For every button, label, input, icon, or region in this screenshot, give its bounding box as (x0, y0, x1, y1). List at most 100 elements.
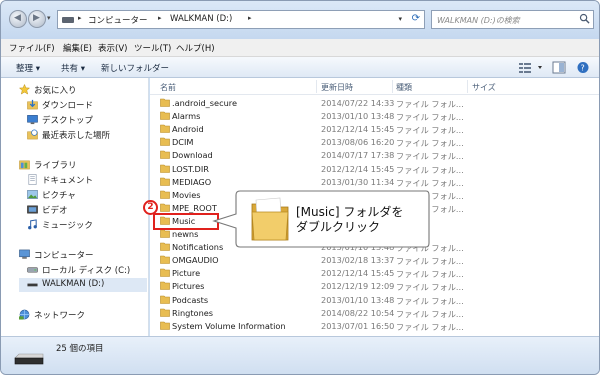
folder-icon (160, 190, 170, 199)
file-name: newns (172, 229, 199, 239)
column-name[interactable]: 名前 (160, 82, 176, 93)
folder-large-icon (251, 197, 289, 241)
menu-bar: ファイル(F) 編集(E) 表示(V) ツール(T) ヘルプ(H) (1, 39, 599, 57)
file-name: System Volume Information (172, 320, 286, 331)
address-dropdown-icon[interactable]: ▾ (398, 15, 402, 23)
libraries-icon (19, 160, 30, 170)
change-view-icon[interactable] (519, 63, 542, 73)
back-button[interactable]: ◀ (9, 10, 27, 28)
folder-icon (160, 282, 170, 291)
file-date: 2013/02/18 13:37 (321, 255, 395, 266)
new-folder-button[interactable]: 新しいフォルダー (101, 62, 169, 74)
file-name: LOST.DIR (172, 163, 209, 174)
drive-icon (62, 17, 74, 23)
organize-button[interactable]: 整理 ▾ (16, 62, 40, 74)
file-date: 2013/01/10 13:48 (321, 111, 395, 122)
file-date: 2013/01/10 13:48 (321, 294, 395, 305)
videos-icon (27, 205, 38, 214)
folder-icon (160, 151, 170, 160)
address-toolbar: ◀ ▶ ▾ ▸ コンピューター ▸ WALKMAN (D:) ▸ ▾ ⟳ WAL… (1, 1, 599, 39)
column-divider[interactable] (392, 80, 393, 93)
breadcrumb-separator-icon[interactable]: ▸ (248, 14, 252, 22)
recent-pages-dropdown[interactable]: ▾ (47, 14, 51, 22)
file-name: Picture (172, 268, 201, 279)
file-name: Android (172, 124, 204, 135)
column-size[interactable]: サイズ (472, 82, 496, 93)
search-icon[interactable] (579, 13, 590, 24)
menu-view[interactable]: 表示(V) (98, 42, 127, 54)
network-icon (19, 309, 30, 320)
file-row[interactable]: .android_secure 2014/07/22 14:33 ファイル フォル.… (150, 96, 599, 109)
file-date: 2012/12/14 15:45 (321, 268, 395, 279)
desktop-icon (27, 115, 38, 125)
forward-arrow-icon: ▶ (33, 13, 40, 23)
navigation-pane: お気に入り ダウンロード デスクトップ 最近表示した場所 ライブラリ ドキュメン… (1, 78, 149, 336)
file-date: 2014/07/22 14:33 (321, 98, 395, 108)
file-row[interactable]: Picture 2012/12/14 15:45 ファイル フォル... (150, 266, 599, 279)
breadcrumb-separator-icon[interactable]: ▸ (158, 14, 162, 22)
file-row[interactable]: DCIM 2013/08/06 16:20 ファイル フォル... (150, 135, 599, 148)
breadcrumb-computer[interactable]: コンピューター (88, 14, 148, 26)
folder-icon (160, 111, 170, 120)
address-bar[interactable]: ▸ コンピューター ▸ WALKMAN (D:) ▸ ▾ ⟳ (57, 10, 425, 29)
file-name: Movies (172, 189, 201, 200)
folder-icon (160, 308, 170, 317)
preview-pane-icon[interactable] (552, 61, 566, 74)
folder-icon (160, 137, 170, 147)
refresh-icon[interactable]: ⟳ (412, 13, 420, 24)
folder-icon (160, 164, 170, 173)
view-options-icons: ? (519, 61, 589, 74)
file-date: 2012/12/14 15:45 (321, 124, 395, 135)
hard-disk-icon (27, 267, 38, 273)
callout-line-1: [Music] フォルダを (296, 205, 404, 219)
file-name: Download (172, 150, 213, 161)
file-row[interactable]: LOST.DIR 2012/12/14 15:45 ファイル フォル... (150, 162, 599, 175)
file-name: Ringtones (172, 307, 214, 318)
file-row[interactable]: System Volume Information 2013/07/01 16:5… (150, 319, 599, 332)
documents-icon (28, 174, 37, 185)
command-toolbar: 整理 ▾ 共有 ▾ 新しいフォルダー ? (1, 57, 599, 78)
folder-icon (160, 229, 170, 238)
file-name: DCIM (172, 137, 194, 148)
share-button[interactable]: 共有 ▾ (61, 62, 85, 74)
file-row[interactable]: Alarms 2013/01/10 13:48 ファイル フォル... (150, 109, 599, 122)
breadcrumb-separator-icon[interactable]: ▸ (78, 14, 82, 22)
file-row[interactable]: Download 2014/07/17 17:38 ファイル フォル... (150, 148, 599, 161)
file-name: Pictures (172, 281, 205, 292)
breadcrumb-walkman[interactable]: WALKMAN (D:) (170, 14, 232, 24)
file-date: 2012/12/19 12:09 (321, 281, 395, 292)
column-date[interactable]: 更新日時 (321, 82, 353, 93)
file-name: OMGAUDIO (172, 255, 219, 266)
menu-edit[interactable]: 編集(E) (63, 42, 92, 54)
status-bar: 25 個の項目 (1, 336, 599, 374)
file-date: 2013/08/06 16:20 (321, 137, 395, 148)
music-note-icon (28, 219, 37, 230)
removable-drive-icon (27, 283, 38, 287)
nav-walkman-drive[interactable]: WALKMAN (D:) (19, 278, 147, 292)
file-date: 2014/07/17 17:38 (321, 150, 395, 161)
folder-icon (160, 255, 170, 264)
file-row[interactable]: OMGAUDIO 2013/02/18 13:37 ファイル フォル... (150, 253, 599, 266)
file-name: Podcasts (172, 294, 209, 305)
file-row[interactable]: Ringtones 2014/08/22 10:54 ファイル フォル... (150, 306, 599, 319)
file-row[interactable]: Podcasts 2013/01/10 13:48 ファイル フォル... (150, 293, 599, 306)
menu-file[interactable]: ファイル(F) (9, 42, 55, 54)
column-divider[interactable] (467, 80, 468, 93)
menu-help[interactable]: ヘルプ(H) (176, 42, 215, 54)
folder-icon (160, 321, 170, 330)
step-badge: 2 (143, 200, 158, 215)
folder-icon (160, 203, 170, 212)
forward-button[interactable]: ▶ (28, 10, 46, 28)
folder-icon (160, 295, 170, 304)
file-row[interactable]: Android 2012/12/14 15:45 ファイル フォル... (150, 122, 599, 135)
folder-icon (160, 98, 170, 107)
file-row[interactable]: Pictures 2012/12/19 12:09 ファイル フォル... (150, 279, 599, 292)
column-type[interactable]: 種類 (396, 82, 412, 93)
file-row[interactable]: MEDIAGO 2013/01/30 11:34 ファイル フォル... (150, 175, 599, 188)
help-icon[interactable]: ? (577, 62, 589, 73)
folder-icon (160, 268, 170, 278)
walkman-drive-icon (14, 353, 44, 365)
search-box[interactable]: WALKMAN (D:)の検索 (431, 10, 594, 29)
column-divider[interactable] (316, 80, 317, 93)
menu-tools[interactable]: ツール(T) (134, 42, 171, 54)
